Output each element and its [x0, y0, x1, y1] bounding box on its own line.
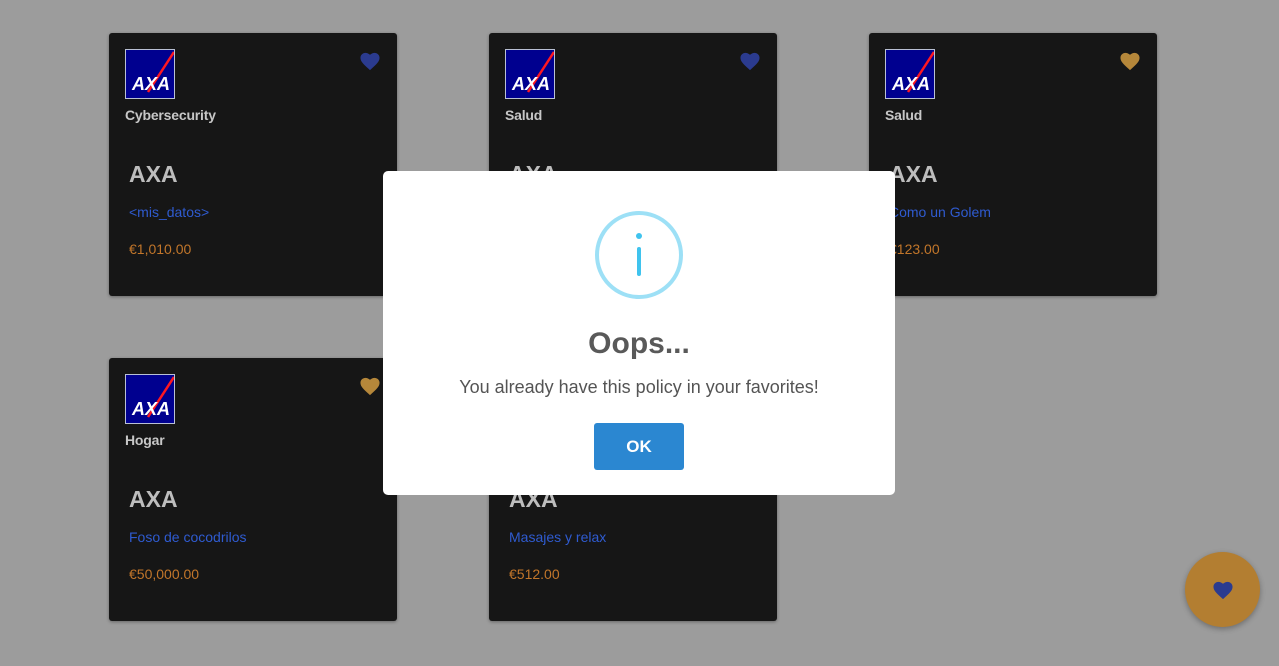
modal-overlay: Oops... You already have this policy in …: [0, 0, 1279, 666]
dialog-message: You already have this policy in your fav…: [459, 377, 819, 397]
info-icon: [595, 211, 683, 299]
ok-button[interactable]: OK: [594, 423, 684, 470]
dialog-title: Oops...: [588, 327, 690, 360]
alert-dialog: Oops... You already have this policy in …: [383, 171, 895, 495]
